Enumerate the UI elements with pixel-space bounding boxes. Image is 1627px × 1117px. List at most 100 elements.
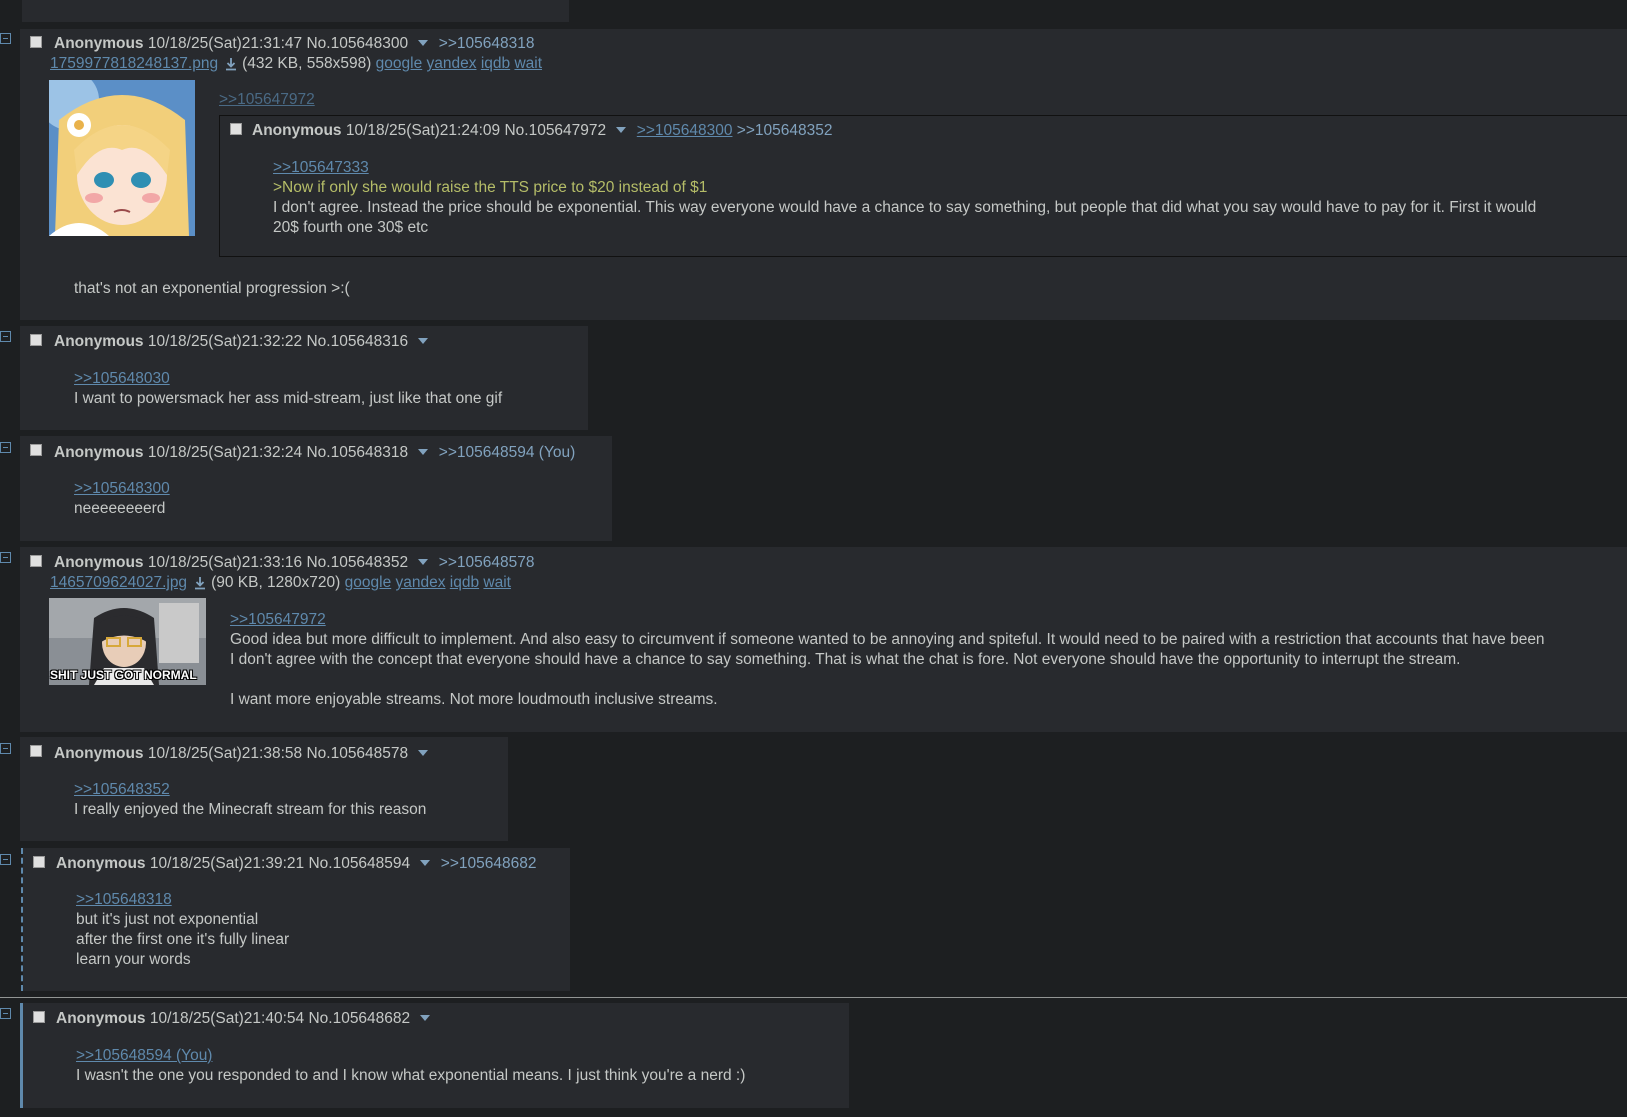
post-checkbox[interactable] (33, 856, 45, 868)
reply-post: Anonymous 10/18/25(Sat)21:38:58 No.10564… (20, 737, 508, 841)
post-datetime: 10/18/25(Sat)21:31:47 (147, 35, 303, 52)
post-number[interactable]: No.105648300 (306, 35, 408, 52)
backlink[interactable]: >>105648352 (737, 122, 833, 139)
collapse-toggle-icon[interactable] (0, 442, 11, 453)
caret-down-icon[interactable] (420, 1015, 431, 1022)
quote-link[interactable]: >>105648352 (74, 780, 170, 800)
post-datetime: 10/18/25(Sat)21:38:58 (147, 745, 303, 762)
comment-line: learn your words (76, 951, 191, 968)
reply-post: Anonymous 10/18/25(Sat)21:32:24 No.10564… (20, 436, 612, 541)
collapse-toggle-icon[interactable] (0, 854, 11, 865)
yandex-link[interactable]: yandex (396, 574, 446, 591)
reply-post: Anonymous 10/18/25(Sat)21:39:21 No.10564… (23, 848, 570, 991)
file-meta: (90 KB, 1280x720) (211, 574, 341, 591)
quote-link[interactable]: >>105648030 (74, 369, 170, 389)
download-icon[interactable] (193, 576, 207, 590)
post-datetime: 10/18/25(Sat)21:39:21 (149, 855, 305, 872)
post-header: Anonymous 10/18/25(Sat)21:24:09 No.10564… (252, 121, 832, 141)
post-checkbox[interactable] (30, 555, 42, 567)
collapse-toggle-icon[interactable] (0, 743, 11, 754)
collapse-toggle-icon[interactable] (0, 33, 11, 44)
poster-name: Anonymous (54, 333, 144, 350)
google-link[interactable]: google (345, 574, 392, 591)
caret-down-icon[interactable] (616, 127, 627, 134)
google-link[interactable]: google (376, 55, 423, 72)
download-icon[interactable] (224, 57, 238, 71)
post-comment: that's not an exponential progression >:… (74, 280, 350, 297)
post-datetime: 10/18/25(Sat)21:33:16 (147, 554, 303, 571)
poster-name: Anonymous (252, 122, 342, 139)
post-header: Anonymous 10/18/25(Sat)21:40:54 No.10564… (56, 1009, 436, 1029)
post-datetime: 10/18/25(Sat)21:40:54 (149, 1010, 305, 1027)
post-checkbox[interactable] (30, 444, 42, 456)
wait-link[interactable]: wait (483, 574, 511, 591)
caret-down-icon[interactable] (420, 860, 431, 867)
caret-down-icon[interactable] (418, 559, 429, 566)
wait-link[interactable]: wait (514, 55, 542, 72)
post-header: Anonymous 10/18/25(Sat)21:32:24 No.10564… (54, 443, 575, 463)
post-comment: I want to powersmack her ass mid-stream,… (74, 390, 503, 407)
post-datetime: 10/18/25(Sat)21:24:09 (345, 122, 501, 139)
quote-link[interactable]: >>105647972 (230, 610, 326, 630)
caret-down-icon[interactable] (418, 40, 429, 47)
post-header: Anonymous 10/18/25(Sat)21:39:21 No.10564… (56, 854, 536, 874)
quote-link[interactable]: >>105648300 (74, 479, 170, 499)
post-header: Anonymous 10/18/25(Sat)21:32:22 No.10564… (54, 332, 434, 352)
backlink[interactable]: >>105648578 (439, 554, 535, 571)
poster-name: Anonymous (54, 745, 144, 762)
post-header: Anonymous 10/18/25(Sat)21:31:47 No.10564… (54, 34, 534, 54)
caret-down-icon[interactable] (418, 449, 429, 456)
backlink[interactable]: >>105648682 (441, 855, 537, 872)
backlink[interactable]: >>105648318 (439, 35, 535, 52)
collapse-toggle-icon[interactable] (0, 1008, 11, 1019)
quote-link[interactable]: >>105648318 (76, 890, 172, 910)
post-comment: I wasn't the one you responded to and I … (76, 1067, 746, 1084)
poster-name: Anonymous (54, 554, 144, 571)
post-checkbox[interactable] (30, 36, 42, 48)
file-link[interactable]: 1465709624027.jpg (50, 574, 187, 591)
yandex-link[interactable]: yandex (427, 55, 477, 72)
quote-link[interactable]: >>105648594 (You) (76, 1046, 212, 1066)
caret-down-icon[interactable] (418, 750, 429, 757)
post-number[interactable]: No.105648318 (306, 444, 408, 461)
iqdb-link[interactable]: iqdb (450, 574, 479, 591)
iqdb-link[interactable]: iqdb (481, 55, 510, 72)
poster-name: Anonymous (54, 35, 144, 52)
post-comment: neeeeeeeerd (74, 500, 166, 517)
comment-line: after the first one it's fully linear (76, 931, 290, 948)
post-number[interactable]: No.105647972 (504, 122, 606, 139)
post-checkbox[interactable] (30, 334, 42, 346)
post-checkbox[interactable] (30, 745, 42, 757)
comment-line: 20$ fourth one 30$ etc (273, 219, 429, 236)
backlink[interactable]: >>105648300 (637, 122, 733, 139)
reply-post: Anonymous 10/18/25(Sat)21:40:54 No.10564… (23, 1003, 849, 1108)
reply-post: Anonymous 10/18/25(Sat)21:32:22 No.10564… (20, 326, 588, 430)
thumbnail-image[interactable]: SHIT JUST GOT NORMAL (49, 598, 206, 685)
quote-link[interactable]: >>105647972 (219, 90, 315, 110)
poster-name: Anonymous (54, 444, 144, 461)
post-header: Anonymous 10/18/25(Sat)21:38:58 No.10564… (54, 744, 434, 764)
comment-line: I don't agree with the concept that ever… (230, 651, 1461, 668)
reply-post: Anonymous 10/18/25(Sat)21:33:16 No.10564… (20, 547, 1627, 732)
post-number[interactable]: No.105648316 (306, 333, 408, 350)
collapse-toggle-icon[interactable] (0, 552, 11, 563)
backlink[interactable]: >>105648594 (You) (439, 444, 575, 461)
thumbnail-image[interactable] (49, 80, 195, 236)
greentext: >Now if only she would raise the TTS pri… (273, 179, 708, 196)
file-link[interactable]: 1759977818248137.png (50, 55, 218, 72)
post-datetime: 10/18/25(Sat)21:32:24 (147, 444, 303, 461)
quote-link[interactable]: >>105647333 (273, 158, 369, 178)
post-datetime: 10/18/25(Sat)21:32:22 (147, 333, 303, 350)
collapse-toggle-icon[interactable] (0, 331, 11, 342)
post-header: Anonymous 10/18/25(Sat)21:33:16 No.10564… (54, 553, 534, 573)
post-number[interactable]: No.105648682 (308, 1010, 410, 1027)
comment-line: but it's just not exponential (76, 911, 259, 928)
post-comment: I really enjoyed the Minecraft stream fo… (74, 801, 427, 818)
caret-down-icon[interactable] (418, 338, 429, 345)
post-checkbox[interactable] (33, 1011, 45, 1023)
file-info: 1759977818248137.png (432 KB, 558x598) go… (50, 54, 542, 74)
post-number[interactable]: No.105648578 (306, 745, 408, 762)
post-number[interactable]: No.105648594 (308, 855, 410, 872)
post-checkbox[interactable] (230, 123, 242, 135)
post-number[interactable]: No.105648352 (306, 554, 408, 571)
